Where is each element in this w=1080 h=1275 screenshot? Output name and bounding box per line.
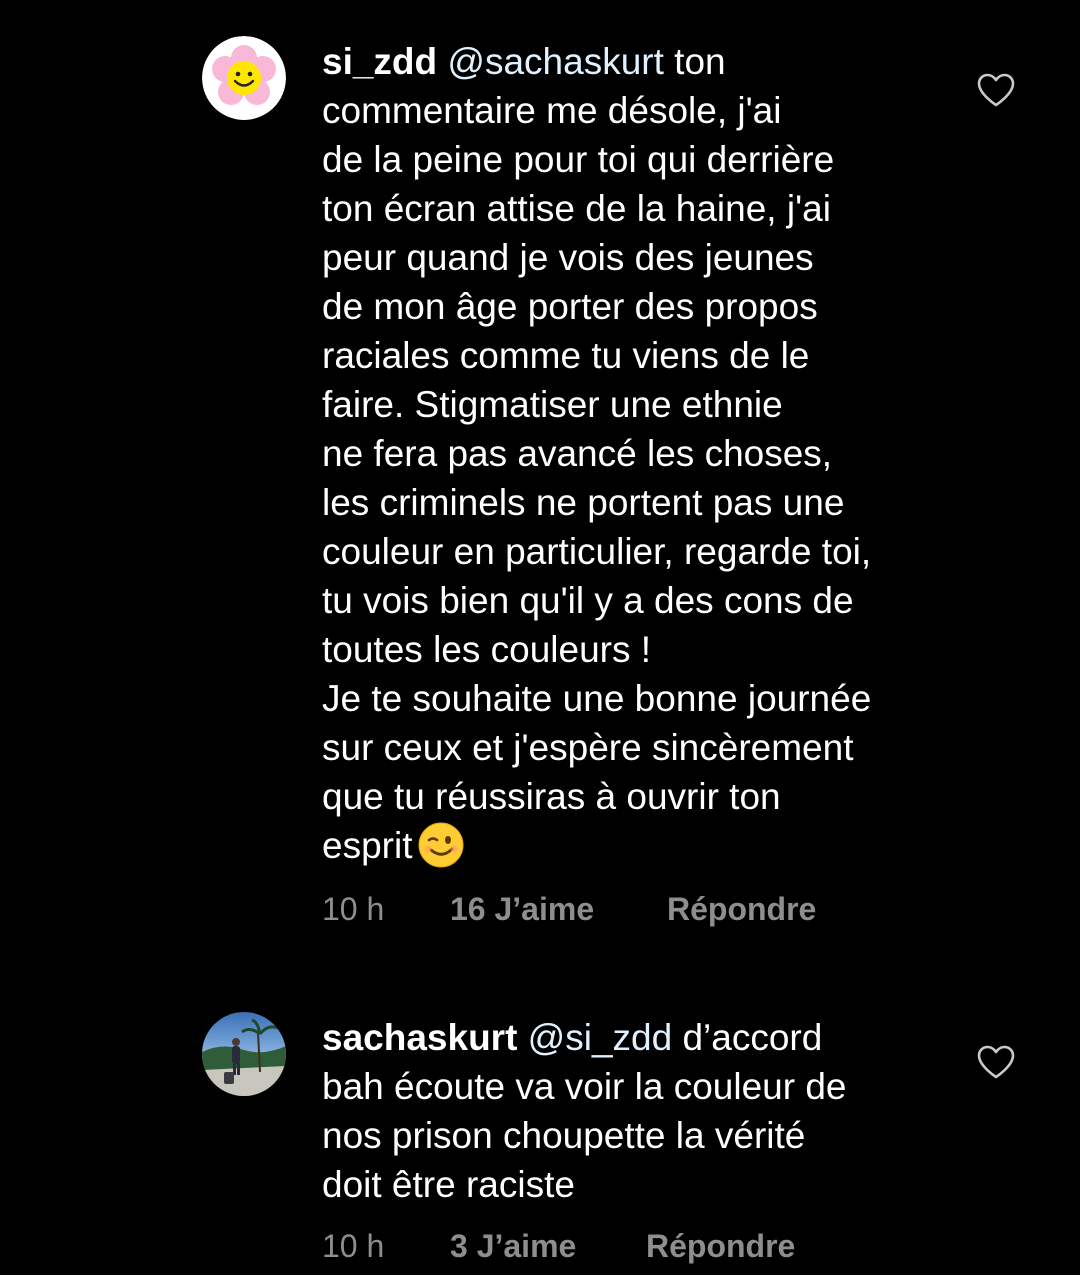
mention-link[interactable]: @sachaskurt — [447, 41, 663, 82]
comment-line: tu vois bien qu'il y a des cons de — [322, 580, 854, 621]
avatar[interactable] — [202, 1012, 286, 1096]
avatar[interactable] — [202, 36, 286, 120]
reply-button[interactable]: Répondre — [667, 889, 816, 929]
comment-timestamp: 10 h — [322, 891, 385, 927]
comment-line: nos prison choupette la vérité — [322, 1115, 806, 1156]
smiley-flower-icon — [202, 36, 286, 120]
comment-username[interactable]: sachaskurt — [322, 1017, 517, 1058]
likes-count-button[interactable]: 3 J’aime — [450, 1226, 576, 1266]
comment-line: Je te souhaite une bonne journée — [322, 678, 872, 719]
comment-line: ton écran attise de la haine, j'ai — [322, 188, 831, 229]
comment-line: bah écoute va voir la couleur de — [322, 1066, 847, 1107]
heart-outline-icon[interactable] — [976, 1044, 1016, 1080]
beach-photo-avatar — [202, 1012, 286, 1096]
heart-outline-icon[interactable] — [976, 72, 1016, 108]
comment-line: les criminels ne portent pas une — [322, 482, 845, 523]
comment-item: si_zdd @sachaskurt ton commentaire me dé… — [0, 0, 1080, 980]
comment-text-segment: ton — [663, 41, 726, 82]
reply-button[interactable]: Répondre — [646, 1226, 795, 1266]
winking-face-icon — [418, 822, 464, 868]
comment-first-line: sachaskurt @si_zdd d’accord — [322, 1013, 962, 1062]
comment-line: de mon âge porter des propos — [322, 286, 818, 327]
comment-line: sur ceux et j'espère sincèrement — [322, 727, 854, 768]
comment-line: couleur en particulier, regarde toi, — [322, 531, 872, 572]
likes-count-button[interactable]: 16 J’aime — [450, 889, 594, 929]
comment-line: peur quand je vois des jeunes — [322, 237, 814, 278]
comment-text-segment: d’accord — [672, 1017, 823, 1058]
comment-body: sachaskurt @si_zdd d’accord bah écoute v… — [322, 1013, 962, 1209]
comment-item: sachaskurt @si_zdd d’accord bah écoute v… — [0, 980, 1080, 1275]
comment-line: toutes les couleurs ! — [322, 629, 652, 670]
comment-text: sachaskurt @si_zdd d’accord bah écoute v… — [322, 1013, 962, 1209]
comment-line: de la peine pour toi qui derrière — [322, 139, 835, 180]
comment-last-line: esprit — [322, 821, 962, 870]
comment-line: ne fera pas avancé les choses, — [322, 433, 833, 474]
comment-line: que tu réussiras à ouvrir ton — [322, 776, 781, 817]
comment-line: esprit — [322, 825, 413, 866]
mention-link[interactable]: @si_zdd — [528, 1017, 673, 1058]
comment-username[interactable]: si_zdd — [322, 41, 437, 82]
comment-line: commentaire me désole, j'ai — [322, 90, 782, 131]
comment-timestamp: 10 h — [322, 1228, 385, 1264]
comment-line: doit être raciste — [322, 1164, 575, 1205]
comment-body: si_zdd @sachaskurt ton commentaire me dé… — [322, 37, 962, 870]
comment-first-line: si_zdd @sachaskurt ton — [322, 37, 962, 86]
comment-text: si_zdd @sachaskurt ton commentaire me dé… — [322, 37, 962, 870]
comment-line: faire. Stigmatiser une ethnie — [322, 384, 783, 425]
comment-line: raciales comme tu viens de le — [322, 335, 810, 376]
